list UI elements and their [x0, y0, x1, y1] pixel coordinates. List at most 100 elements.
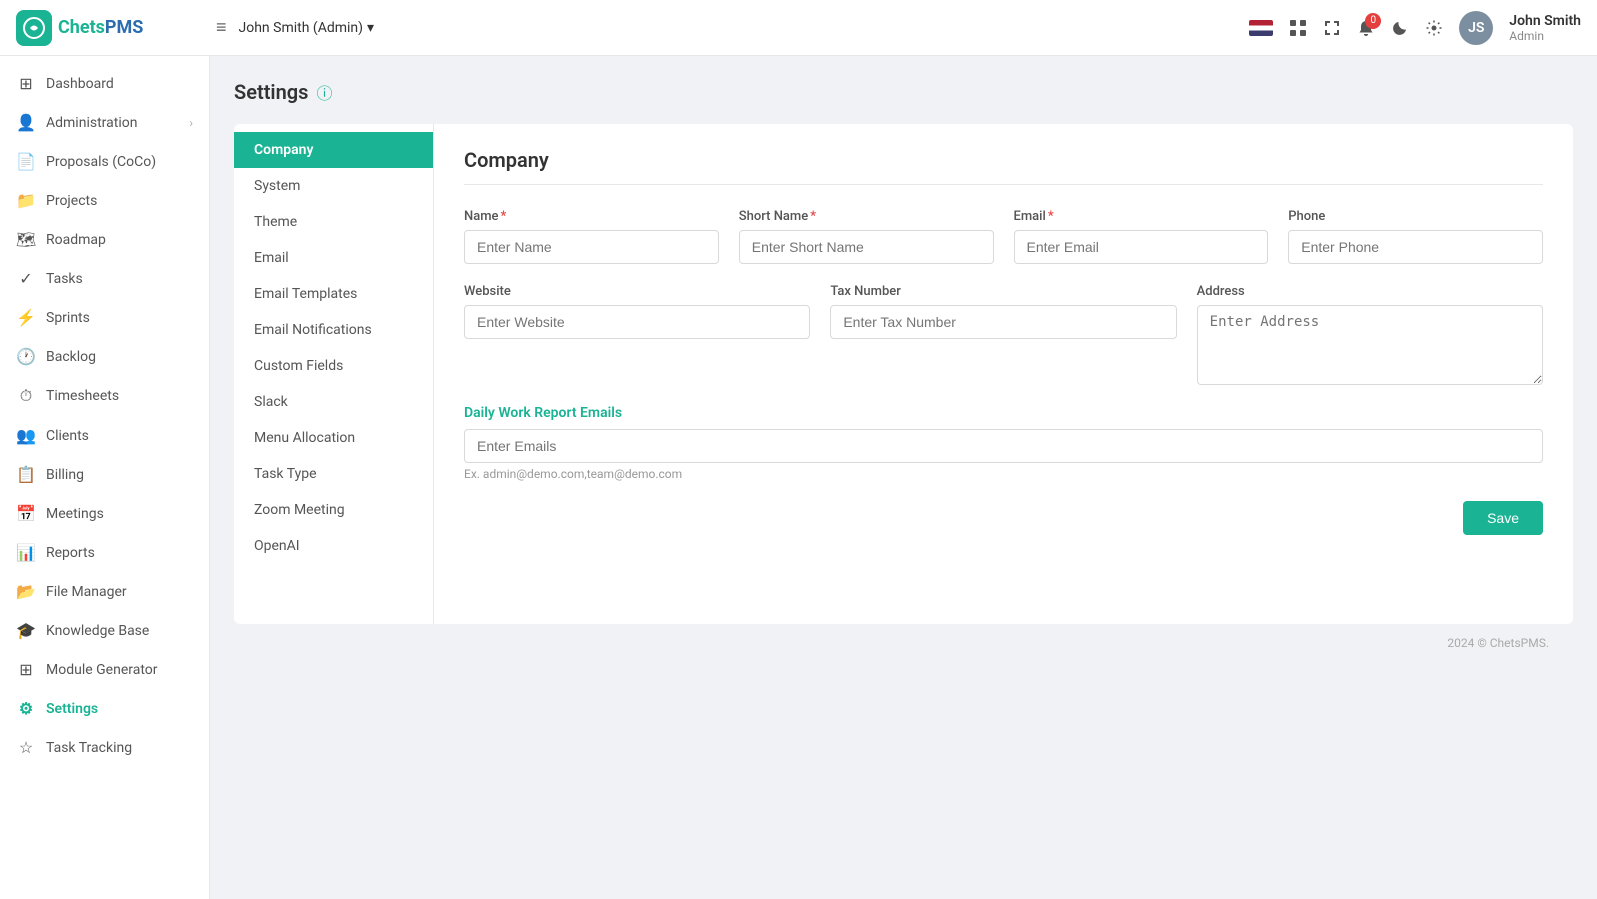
- sidebar-item-clients[interactable]: 👥 Clients: [0, 416, 209, 455]
- file-manager-icon: 📂: [16, 582, 36, 601]
- apps-icon[interactable]: [1289, 19, 1307, 37]
- sidebar-item-meetings[interactable]: 📅 Meetings: [0, 494, 209, 533]
- section-title: Company: [464, 148, 1543, 185]
- form-row-1: Name* Short Name* Email*: [464, 209, 1543, 264]
- settings-nav-email-notifications[interactable]: Email Notifications: [234, 312, 433, 348]
- backlog-icon: 🕐: [16, 347, 36, 366]
- sidebar-label-meetings: Meetings: [46, 506, 104, 522]
- sidebar-label-administration: Administration: [46, 115, 137, 131]
- sidebar-label-knowledge-base: Knowledge Base: [46, 623, 149, 639]
- sidebar-item-timesheets[interactable]: ⏱ Timesheets: [0, 376, 209, 416]
- chevron-icon: ›: [189, 116, 193, 130]
- brand-logo: [16, 10, 52, 46]
- notification-icon[interactable]: 0: [1357, 19, 1375, 37]
- navbar-actions: 0 JS John Smith Admin: [1249, 11, 1581, 45]
- sidebar-label-clients: Clients: [46, 428, 89, 444]
- save-button[interactable]: Save: [1463, 501, 1543, 535]
- settings-icon[interactable]: [1425, 19, 1443, 37]
- short-name-field-group: Short Name*: [739, 209, 994, 264]
- language-flag[interactable]: [1249, 20, 1273, 36]
- settings-nav-company[interactable]: Company: [234, 132, 433, 168]
- sidebar-label-billing: Billing: [46, 467, 84, 483]
- email-label: Email*: [1014, 209, 1269, 224]
- settings-nav-email[interactable]: Email: [234, 240, 433, 276]
- fullscreen-icon[interactable]: [1323, 19, 1341, 37]
- sidebar-item-reports[interactable]: 📊 Reports: [0, 533, 209, 572]
- sidebar-item-module-generator[interactable]: ⊞ Module Generator: [0, 650, 209, 689]
- sidebar-item-projects[interactable]: 📁 Projects: [0, 181, 209, 220]
- navbar-user-dropdown[interactable]: John Smith (Admin) ▾: [239, 20, 375, 36]
- address-input[interactable]: [1197, 305, 1543, 385]
- avatar[interactable]: JS: [1459, 11, 1493, 45]
- sidebar-item-file-manager[interactable]: 📂 File Manager: [0, 572, 209, 611]
- settings-nav-custom-fields[interactable]: Custom Fields: [234, 348, 433, 384]
- main-content: Settings ⓘ CompanySystemThemeEmailEmail …: [210, 56, 1597, 899]
- form-row-2: Website Tax Number Address: [464, 284, 1543, 385]
- sidebar-item-roadmap[interactable]: 🗺 Roadmap: [0, 220, 209, 259]
- sidebar-item-tasks[interactable]: ✓ Tasks: [0, 259, 209, 298]
- website-label: Website: [464, 284, 810, 299]
- sidebar-label-proposals: Proposals (CoCo): [46, 154, 156, 170]
- sprints-icon: ⚡: [16, 308, 36, 327]
- page-header: Settings ⓘ: [234, 80, 1573, 104]
- sidebar-item-dashboard[interactable]: ⊞ Dashboard: [0, 64, 209, 103]
- email-input[interactable]: [1014, 230, 1269, 264]
- info-icon: ⓘ: [316, 80, 332, 104]
- sidebar-label-backlog: Backlog: [46, 349, 96, 365]
- sidebar-label-reports: Reports: [46, 545, 95, 561]
- sidebar-item-proposals[interactable]: 📄 Proposals (CoCo): [0, 142, 209, 181]
- sidebar-label-dashboard: Dashboard: [46, 76, 114, 92]
- footer: 2024 © ChetsPMS.: [234, 624, 1573, 662]
- settings-nav-task-type[interactable]: Task Type: [234, 456, 433, 492]
- timesheets-icon: ⏱: [16, 386, 36, 406]
- chevron-down-icon: ▾: [367, 20, 374, 36]
- sidebar-item-task-tracking[interactable]: ☆ Task Tracking: [0, 728, 209, 767]
- address-field-group: Address: [1197, 284, 1543, 385]
- sidebar-item-knowledge-base[interactable]: 🎓 Knowledge Base: [0, 611, 209, 650]
- proposals-icon: 📄: [16, 152, 36, 171]
- navbar: ChetsPMS ≡ John Smith (Admin) ▾ 0: [0, 0, 1597, 56]
- roadmap-icon: 🗺: [16, 230, 36, 249]
- brand: ChetsPMS: [16, 10, 216, 46]
- name-input[interactable]: [464, 230, 719, 264]
- short-name-input[interactable]: [739, 230, 994, 264]
- knowledge-base-icon: 🎓: [16, 621, 36, 640]
- dark-mode-icon[interactable]: [1391, 19, 1409, 37]
- tasks-icon: ✓: [16, 269, 36, 288]
- settings-nav-email-templates[interactable]: Email Templates: [234, 276, 433, 312]
- sidebar-item-backlog[interactable]: 🕐 Backlog: [0, 337, 209, 376]
- daily-work-emails-input[interactable]: [464, 429, 1543, 463]
- sidebar-item-settings[interactable]: ⚙ Settings: [0, 689, 209, 728]
- website-input[interactable]: [464, 305, 810, 339]
- phone-field-group: Phone: [1288, 209, 1543, 264]
- projects-icon: 📁: [16, 191, 36, 210]
- sidebar: ⊞ Dashboard 👤 Administration › 📄 Proposa…: [0, 56, 210, 899]
- sidebar-label-task-tracking: Task Tracking: [46, 740, 132, 756]
- brand-name: ChetsPMS: [58, 17, 143, 38]
- settings-nav-theme[interactable]: Theme: [234, 204, 433, 240]
- layout: ⊞ Dashboard 👤 Administration › 📄 Proposa…: [0, 56, 1597, 899]
- name-field-group: Name*: [464, 209, 719, 264]
- short-name-label: Short Name*: [739, 209, 994, 224]
- menu-icon[interactable]: ≡: [216, 17, 227, 38]
- phone-input[interactable]: [1288, 230, 1543, 264]
- settings-nav-slack[interactable]: Slack: [234, 384, 433, 420]
- billing-icon: 📋: [16, 465, 36, 484]
- page-title: Settings: [234, 80, 308, 104]
- sidebar-label-tasks: Tasks: [46, 271, 83, 287]
- sidebar-item-billing[interactable]: 📋 Billing: [0, 455, 209, 494]
- sidebar-label-module-generator: Module Generator: [46, 662, 158, 678]
- tax-number-label: Tax Number: [830, 284, 1176, 299]
- tax-number-input[interactable]: [830, 305, 1176, 339]
- task-tracking-icon: ☆: [16, 738, 36, 757]
- settings-nav-zoom-meeting[interactable]: Zoom Meeting: [234, 492, 433, 528]
- sidebar-item-administration[interactable]: 👤 Administration ›: [0, 103, 209, 142]
- settings-icon: ⚙: [16, 699, 36, 718]
- settings-card: CompanySystemThemeEmailEmail TemplatesEm…: [234, 124, 1573, 624]
- settings-nav-menu-allocation[interactable]: Menu Allocation: [234, 420, 433, 456]
- settings-nav-openai[interactable]: OpenAI: [234, 528, 433, 564]
- notification-badge: 0: [1365, 13, 1381, 29]
- clients-icon: 👥: [16, 426, 36, 445]
- settings-nav-system[interactable]: System: [234, 168, 433, 204]
- sidebar-item-sprints[interactable]: ⚡ Sprints: [0, 298, 209, 337]
